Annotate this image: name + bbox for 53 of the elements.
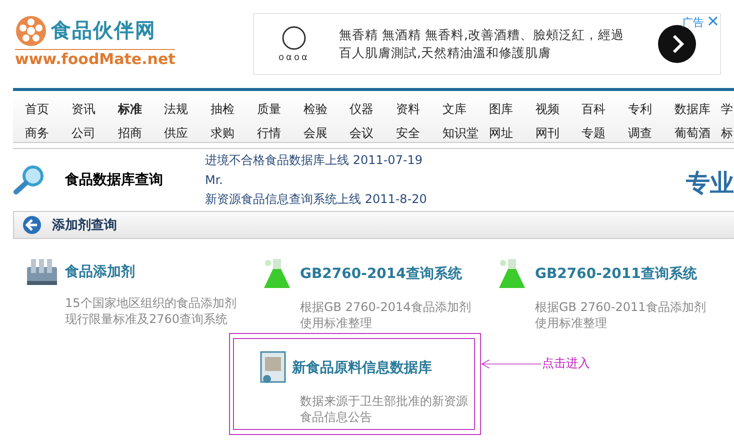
item-description: 根据GB 2760-2011食品添加剂使用标准整理	[535, 299, 707, 331]
nav-link[interactable]: 文库	[442, 100, 489, 118]
news-link[interactable]: 新资源食品信息查询系统上线 2011-8-20	[205, 191, 427, 208]
item-description: 数据来源于卫生部批准的新资源食品信息公告	[300, 393, 469, 425]
nav-link[interactable]: 商务	[25, 124, 72, 142]
nav-link[interactable]: 专题	[582, 124, 628, 142]
nav-link[interactable]: 仪器	[350, 100, 396, 118]
ad-banner[interactable]: oαoα 無香精 無酒精 無香料,改善酒糟、臉頰泛紅，經過 百人肌膚測試,天然精油溫和修護肌膚 广告	[253, 13, 721, 75]
database-title: 食品数据库查询	[65, 171, 164, 189]
news-link[interactable]: Mr.	[205, 173, 427, 187]
annotation-label: 点击进入	[542, 355, 590, 372]
nav-link[interactable]: 知识堂	[442, 124, 489, 142]
nav-link[interactable]: 招商	[118, 124, 164, 142]
nav-link[interactable]: 行情	[256, 124, 304, 142]
nav-link[interactable]: 公司	[71, 124, 118, 142]
slogan-text: 专业	[686, 168, 734, 199]
nav-link[interactable]: 图库	[488, 100, 536, 118]
brand-text: oαoα	[278, 53, 310, 63]
nav-link[interactable]: 供应	[164, 124, 211, 142]
nav-link[interactable]: 学	[720, 100, 734, 118]
item-link[interactable]: 新食品原料信息数据库	[292, 359, 432, 377]
ad-text: 無香精 無酒精 無香料,改善酒糟、臉頰泛紅，經過 百人肌膚測試,天然精油溫和修護肌膚	[339, 26, 625, 62]
item-link[interactable]: 食品添加剂	[65, 263, 135, 281]
nav-link[interactable]: 会议	[350, 124, 396, 142]
section-title: 添加剂查询	[52, 216, 117, 234]
nav-link[interactable]: 抽检	[210, 100, 257, 118]
nav-link[interactable]: 资讯	[71, 100, 118, 118]
news-link[interactable]: 进境不合格食品数据库上线 2011-07-19	[205, 152, 427, 169]
nav-link[interactable]: 专利	[628, 100, 674, 118]
nav-link[interactable]: 法规	[164, 100, 211, 118]
nav-link[interactable]: 网址	[488, 124, 536, 142]
ad-label: 广告	[682, 15, 704, 30]
nav-link[interactable]: 质量	[256, 100, 304, 118]
nav-link[interactable]: 求购	[210, 124, 257, 142]
item-description: 15个国家地区组织的食品添加剂现行限量标准及2760查询系统	[65, 295, 237, 327]
nav-link[interactable]: 资料	[396, 100, 443, 118]
nav-link[interactable]: 网刊	[535, 124, 582, 142]
nav-link[interactable]: 标	[720, 124, 734, 142]
nav-link[interactable]: 会展	[303, 124, 350, 142]
nav-link[interactable]: 安全	[396, 124, 443, 142]
item-link[interactable]: GB2760-2014查询系统	[300, 265, 462, 283]
nav-link[interactable]: 视频	[535, 100, 582, 118]
nav-link[interactable]: 标准	[118, 100, 164, 118]
nav-link[interactable]: 调查	[628, 124, 674, 142]
nav-link[interactable]: 检验	[303, 100, 350, 118]
item-link[interactable]: GB2760-2011查询系统	[535, 265, 697, 283]
item-description: 根据GB 2760-2014食品添加剂使用标准整理	[300, 299, 472, 331]
nav-link[interactable]: 数据库	[674, 100, 721, 118]
nav-link[interactable]: 首页	[25, 100, 72, 118]
logo-name: 食品伙伴网	[51, 17, 156, 44]
nav-link[interactable]: 百科	[582, 100, 628, 118]
logo-url: www.foodMate.net	[15, 50, 175, 68]
nav-link[interactable]: 葡萄酒	[674, 124, 721, 142]
